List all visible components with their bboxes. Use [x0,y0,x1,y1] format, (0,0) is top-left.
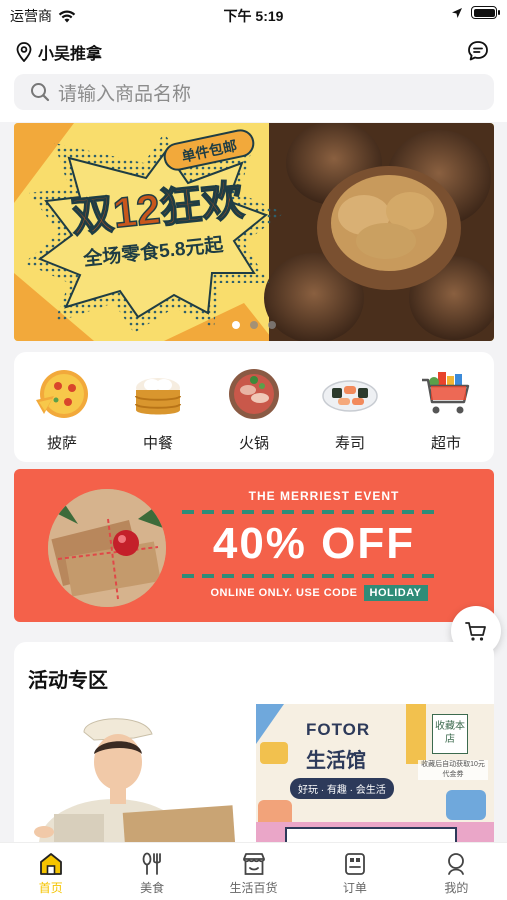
supermarket-cart-icon [418,366,474,422]
activity-card-delivery[interactable] [14,704,252,842]
tab-profile[interactable]: 我的 [406,843,507,900]
tab-bar: 首页 美食 生活百货 订单 我的 [0,842,507,900]
food-icon [142,852,162,875]
activity-card-fotor[interactable]: FOTOR 生活馆 好玩 · 有趣 · 会生活 收藏本店 收藏后自动获取10元代… [256,704,494,842]
promo-divider [182,510,442,514]
category-sushi[interactable]: 寿司 [310,366,390,462]
tab-label: 首页 [38,881,63,895]
tab-orders[interactable]: 订单 [304,843,405,900]
search-icon [31,83,50,102]
category-label: 披萨 [46,435,77,452]
promo-headline: 40% OFF [212,519,416,568]
category-supermarket[interactable]: 超市 [406,366,486,462]
category-label: 超市 [430,435,461,452]
store-icon [242,853,265,875]
banner-image: 单件包邮 双12狂欢 全场零食5.8元起 [14,123,494,341]
fotor-brand: FOTOR [306,720,371,739]
category-pizza[interactable]: 披萨 [22,366,102,462]
category-hotpot[interactable]: 火锅 [214,366,294,462]
chat-bubble-icon [468,41,488,61]
sushi-icon [322,366,378,422]
carousel-dot[interactable] [232,321,240,329]
fotor-note: 收藏后自动获取10元代金券 [418,760,488,780]
carousel-dot[interactable] [250,321,258,329]
home-icon [39,853,62,875]
tab-food[interactable]: 美食 [101,843,202,900]
tab-store[interactable]: 生活百货 [203,843,304,900]
banner-carousel[interactable]: 单件包邮 双12狂欢 全场零食5.8元起 [14,123,494,341]
tab-home[interactable]: 首页 [0,843,101,900]
location-selector[interactable]: 小吴推拿 [16,40,102,64]
message-button[interactable] [465,38,491,64]
promo-subtitle: The merriest event [248,489,400,503]
promo-banner[interactable]: The merriest event 40% OFF Online only. … [14,469,494,622]
carousel-dots [14,321,494,329]
carousel-dot[interactable] [268,321,276,329]
category-chinese-food[interactable]: 中餐 [118,366,198,462]
top-bar: 小吴推拿 [0,30,507,72]
activity-section: 活动专区 FOTOR 生活馆 好玩 · 有趣 · 会生活 收藏本店 收藏后自动获… [14,642,494,842]
map-pin-icon [16,42,32,62]
search-placeholder: 请输入商品名称 [58,83,192,105]
fotor-tags: 好玩 · 有趣 · 会生活 [290,778,394,799]
promo-code-line: Online only. Use code HOLIDAY [184,585,454,601]
category-label: 寿司 [334,435,365,452]
steamer-icon [130,366,186,422]
hotpot-icon [226,366,282,422]
location-arrow-icon [452,7,462,18]
search-input[interactable]: 请输入商品名称 [14,74,494,110]
delivery-person-image [14,704,252,842]
order-icon [345,853,365,875]
tab-label: 美食 [140,881,165,895]
promo-note: Online only. Use code [210,587,358,599]
category-grid: 披萨 中餐 火锅 寿司 超市 [14,352,494,462]
fotor-stamp: 收藏本店 [432,714,468,754]
status-bar: 运营商 下午 5:19 [0,0,507,30]
tab-label: 生活百货 [229,881,278,895]
search-area: 请输入商品名称 [0,72,507,122]
battery-icon [471,6,500,19]
pizza-icon [34,366,90,422]
tab-label: 订单 [342,881,367,895]
category-label: 中餐 [142,435,173,452]
clock: 下午 5:19 [223,8,284,24]
promo-code: HOLIDAY [363,585,428,601]
fotor-name: 生活馆 [306,750,366,772]
tab-label: 我的 [444,881,469,895]
category-label: 火锅 [238,435,269,452]
gift-photo [48,489,166,607]
profile-icon [448,853,465,875]
location-label: 小吴推拿 [38,46,103,63]
section-title: 活动专区 [28,670,108,692]
cart-icon [465,622,486,641]
promo-divider [182,574,442,578]
